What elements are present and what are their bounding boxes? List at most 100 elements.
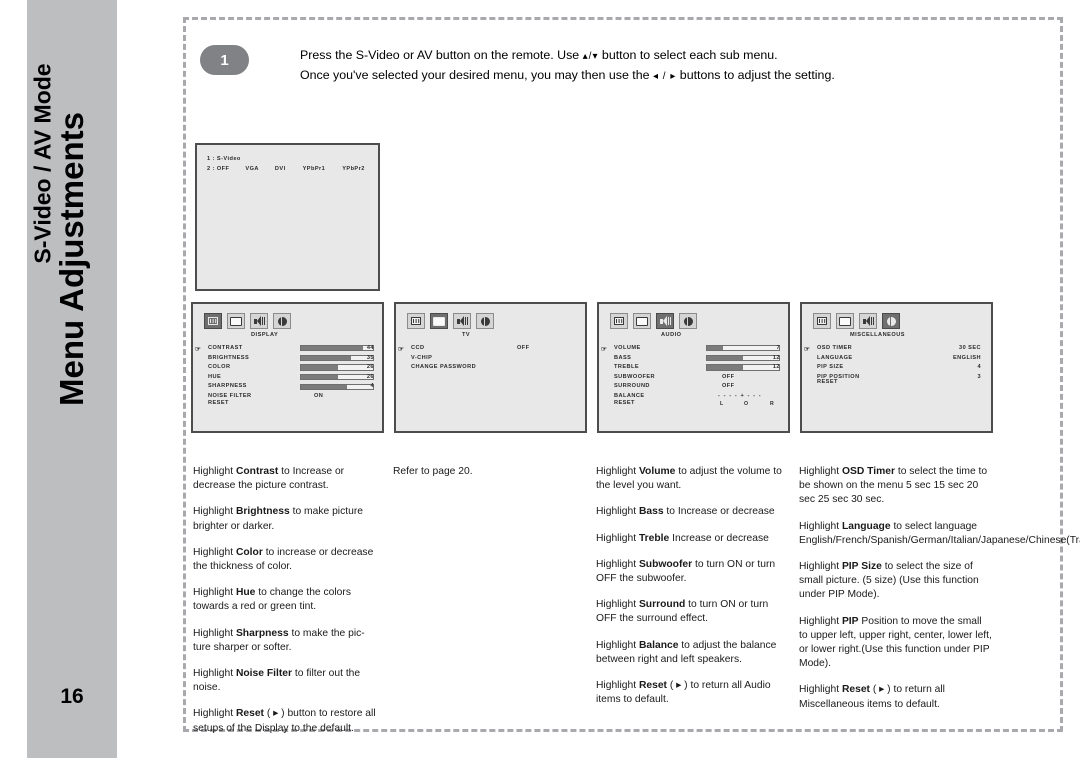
paragraph-prefix: Highlight [193, 708, 236, 720]
paragraph-prefix: Highlight [799, 684, 842, 696]
osd-row[interactable]: SUBWOOFER OFF [610, 373, 782, 383]
osd-icon-row [813, 313, 900, 329]
paragraph-prefix: Highlight [596, 466, 639, 477]
osd-panel-title: AUDIO [661, 332, 682, 338]
description-paragraph: Highlight Color to increase or decrease … [193, 546, 379, 574]
osd-row-label: V-CHIP [411, 354, 433, 361]
osd-row-value: ENGLISH [952, 354, 981, 361]
osd-row[interactable]: PIP SIZE 4 [813, 363, 985, 373]
description-column-1: Refer to page 20. [393, 465, 579, 491]
osd-row-value: 26 [366, 373, 374, 380]
osd-row[interactable]: LANGUAGE ENGLISH [813, 354, 985, 364]
display-icon[interactable] [610, 313, 628, 329]
osd-row[interactable]: ☞ CONTRAST 44 [195, 344, 376, 354]
paragraph-term: Surround [638, 599, 686, 611]
description-column-2: Highlight Volume to adjust the volume to… [596, 465, 782, 719]
osd-row[interactable]: SHARPNESS 4 [204, 382, 376, 392]
description-paragraph: Highlight Surround to turn ON or turn OF… [596, 598, 782, 626]
page-root: Menu Adjustments 16 S-Video / AV Mode 1 … [0, 0, 1080, 758]
osd-reset-label[interactable]: RESET [817, 379, 838, 385]
paragraph-prefix: Highlight [596, 558, 639, 570]
osd-row[interactable]: COLOR 26 [204, 363, 376, 373]
osd-row-value: 4 [370, 383, 374, 390]
paragraph-suffix: to Increase or decrease [663, 506, 775, 518]
osd-row[interactable]: NOISE FILTER ON [204, 392, 376, 402]
paragraph-prefix: Highlight [193, 668, 236, 680]
audio-icon[interactable] [656, 313, 674, 329]
osd-row[interactable]: ☞ CCD OFF [398, 344, 579, 354]
osd-row[interactable]: SURROUND OFF [610, 382, 782, 392]
paragraph-term: Sharpness [235, 627, 289, 639]
osd-row[interactable]: BASS 12 [610, 354, 782, 364]
osd-row-value: 3 [977, 373, 981, 380]
paragraph-term: Reset [638, 680, 667, 692]
source-select-screen: 1 : S-Video 2 : OFF VGA DVI YPbPr1 YPbPr2 [195, 143, 380, 291]
misc-icon[interactable] [882, 313, 900, 329]
osd-row-value: OFF [517, 345, 530, 351]
description-paragraph: Highlight Reset ( ▸ ) button to restore … [193, 707, 379, 735]
paragraph-term: Reset [235, 708, 264, 720]
up-down-arrow-icon: ▴/▾ [582, 51, 599, 62]
osd-row-label: VOLUME [614, 345, 641, 351]
display-icon[interactable] [813, 313, 831, 329]
osd-row-label: CONTRAST [208, 345, 243, 351]
description-column-3: Highlight OSD Timer to select the time t… [799, 465, 1080, 724]
page-title: Menu Adjustments [53, 112, 90, 406]
osd-panel-title: DISPLAY [251, 332, 279, 338]
osd-cursor-icon: ☞ [601, 345, 608, 353]
paragraph-term: Subwoofer [638, 558, 693, 570]
tv-icon[interactable] [836, 313, 854, 329]
source-line2-label: 2 : OFF [207, 166, 230, 172]
description-paragraph: Highlight Brightness to make picture bri… [193, 505, 379, 533]
paragraph-term: Language [841, 520, 891, 532]
audio-icon[interactable] [250, 313, 268, 329]
misc-icon[interactable] [476, 313, 494, 329]
paragraph-term: Balance [638, 639, 679, 651]
tv-icon[interactable] [430, 313, 448, 329]
osd-row[interactable]: BRIGHTNESS 35 [204, 354, 376, 364]
section-subtitle: S-Video / AV Mode [29, 63, 56, 264]
display-icon[interactable] [204, 313, 222, 329]
osd-row[interactable]: ☞ VOLUME 7 [601, 344, 782, 354]
osd-row[interactable]: PIP POSITION 3 [813, 373, 985, 383]
misc-icon[interactable] [273, 313, 291, 329]
osd-row-list: ☞ CCD OFF V-CHIP CHANGE PASSWORD [398, 344, 579, 373]
osd-row-label: BRIGHTNESS [208, 354, 250, 361]
paragraph-term: Color [235, 546, 263, 558]
osd-cursor-icon: ☞ [195, 345, 202, 353]
display-icon[interactable] [407, 313, 425, 329]
description-paragraph: Highlight Subwoofer to turn ON or turn O… [596, 558, 782, 586]
left-right-arrow-icon: ◂ / ▸ [652, 71, 677, 83]
description-paragraph: Highlight Reset ( ▸ ) to return all Audi… [596, 679, 782, 707]
balance-scale[interactable]: - - - - + - - - [718, 393, 762, 399]
osd-row-label: BASS [614, 354, 632, 361]
paragraph-prefix: Highlight [596, 599, 639, 611]
osd-cursor-icon: ☞ [804, 345, 811, 353]
osd-row[interactable]: BALANCE - - - - + - - -L O R [610, 392, 782, 407]
paragraph-prefix: Highlight [596, 506, 639, 518]
osd-icon-row [407, 313, 494, 329]
balance-left-label: L [720, 400, 724, 407]
audio-icon[interactable] [859, 313, 877, 329]
osd-row[interactable]: HUE 26 [204, 373, 376, 383]
paragraph-prefix: Highlight [799, 520, 842, 532]
osd-reset-label[interactable]: RESET [208, 400, 229, 406]
osd-reset-label[interactable]: RESET [614, 400, 635, 406]
osd-panel-display: DISPLAY ☞ CONTRAST 44 BRIGHTNESS 35 COLOR 26 HUE… [191, 302, 384, 433]
misc-icon[interactable] [679, 313, 697, 329]
description-paragraph: Highlight Reset ( ▸ ) to return all Misc… [799, 683, 993, 711]
tv-icon[interactable] [227, 313, 245, 329]
osd-row[interactable]: V-CHIP [407, 354, 579, 364]
osd-row-list: ☞ VOLUME 7 BASS 12 TREBLE 12 SUBWOOFER OFF SURROU… [601, 344, 782, 407]
osd-row-value: 12 [772, 354, 780, 361]
description-paragraph: Highlight OSD Timer to select the time t… [799, 465, 993, 508]
osd-row[interactable]: TREBLE 12 [610, 363, 782, 373]
description-paragraph: Highlight Hue to change the colors towar… [193, 586, 379, 614]
osd-row-label: TREBLE [614, 364, 640, 371]
description-paragraph: Highlight Language to select language En… [799, 520, 1080, 548]
osd-row-value: 30 SEC [959, 345, 981, 351]
tv-icon[interactable] [633, 313, 651, 329]
osd-row[interactable]: CHANGE PASSWORD [407, 363, 579, 373]
osd-row[interactable]: ☞ OSD TIMER 30 SEC [804, 344, 985, 354]
audio-icon[interactable] [453, 313, 471, 329]
